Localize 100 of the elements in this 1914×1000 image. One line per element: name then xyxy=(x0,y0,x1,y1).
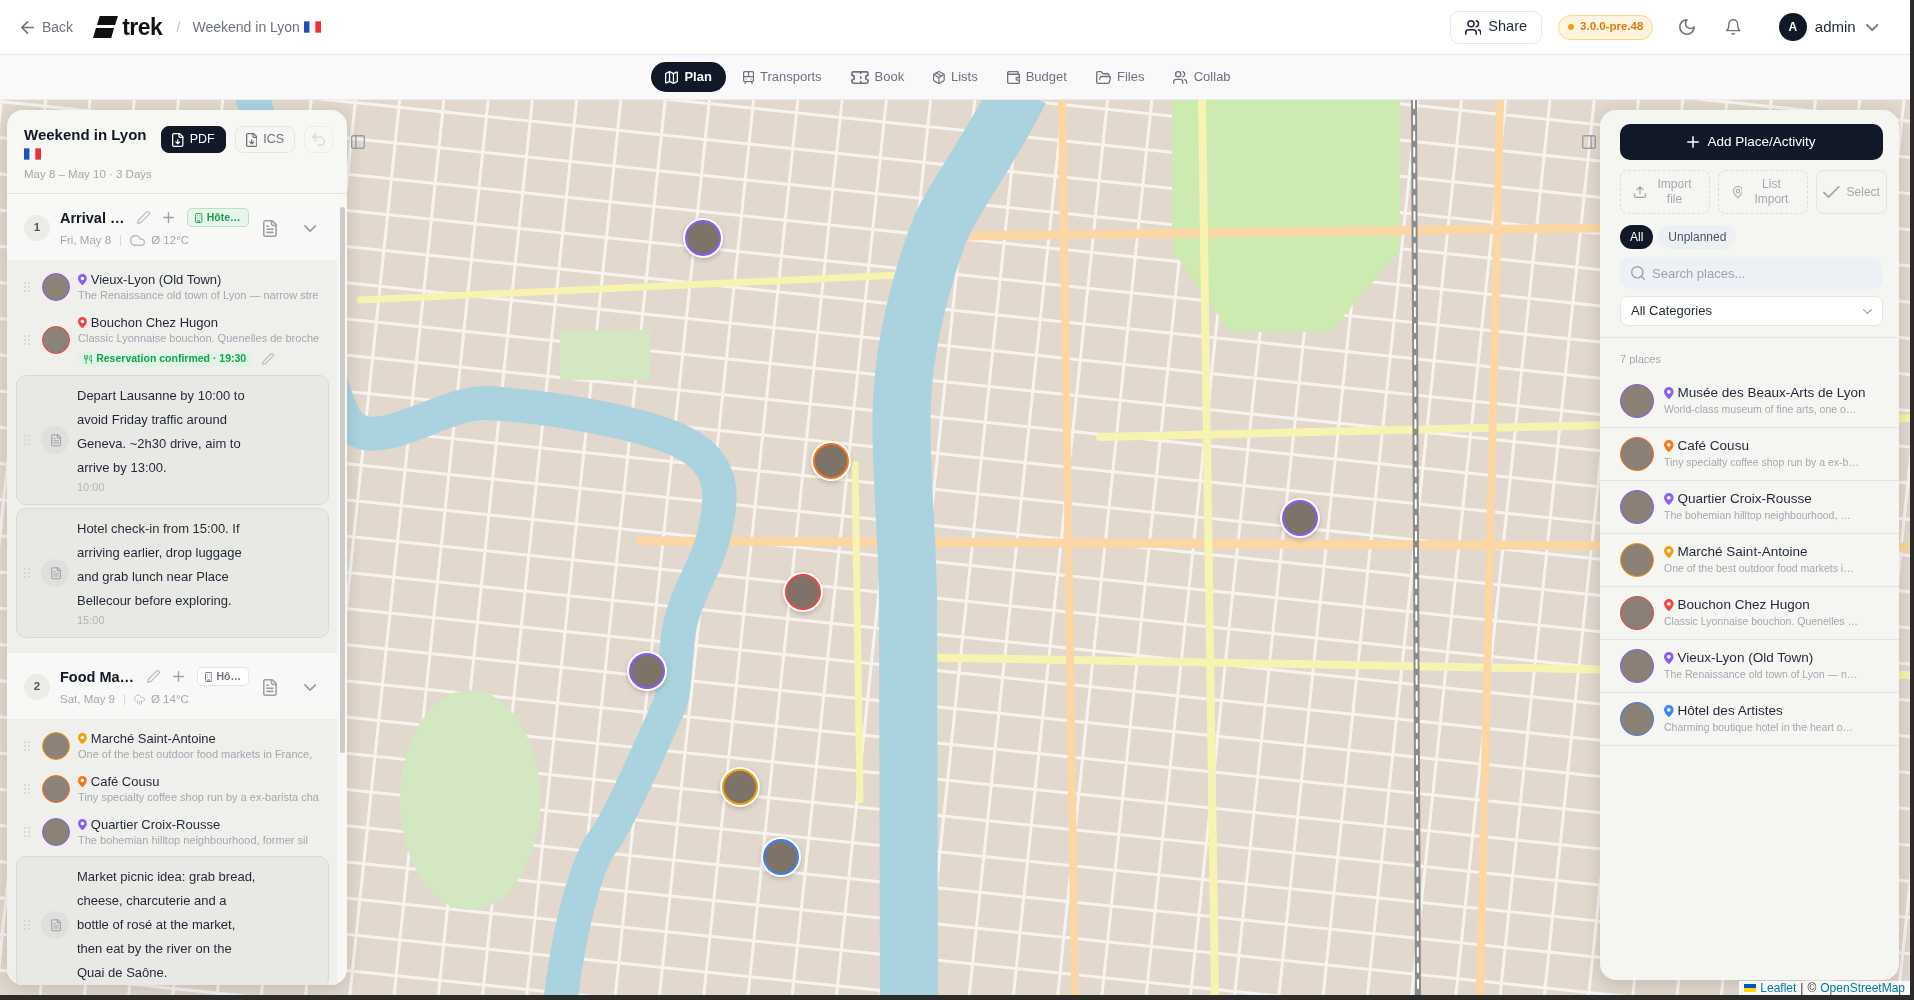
place-description: Classic Lyonnaise bouchon. Quenelles … xyxy=(1664,614,1858,629)
plus-icon[interactable] xyxy=(173,671,185,682)
place-description: One of the best outdoor food markets in France, xyxy=(78,746,313,762)
chevron-down-icon[interactable] xyxy=(303,224,316,232)
chevron-down-icon[interactable] xyxy=(303,683,316,691)
train-icon xyxy=(742,70,754,84)
copyright-sign: © xyxy=(1807,981,1817,995)
pencil-icon[interactable] xyxy=(137,211,151,224)
tab[interactable]: Budget xyxy=(994,62,1079,92)
notes-icon[interactable] xyxy=(262,678,277,696)
notes-icon[interactable] xyxy=(262,219,277,237)
map-marker[interactable] xyxy=(763,839,799,875)
version-label: 3.0.0-pre.48 xyxy=(1580,19,1644,35)
map-marker[interactable] xyxy=(785,574,821,610)
tab[interactable]: Collab xyxy=(1161,62,1243,92)
tab[interactable]: Lists xyxy=(921,62,990,92)
weather-temp: Ø 12°C xyxy=(151,233,190,248)
drag-handle-icon[interactable] xyxy=(24,783,30,794)
drag-handle-icon[interactable] xyxy=(24,335,30,345)
place-name[interactable]: Vieux-Lyon (Old Town) xyxy=(90,270,222,288)
map-marker[interactable] xyxy=(685,220,721,256)
tab[interactable]: Book xyxy=(838,62,917,92)
drag-handle-icon[interactable] xyxy=(24,281,30,292)
box-icon xyxy=(933,70,945,84)
drag-handle-icon[interactable] xyxy=(24,826,30,837)
ticket-icon xyxy=(850,70,869,84)
place-name[interactable]: Bouchon Chez Hugon xyxy=(90,313,218,331)
flag-icon xyxy=(303,21,321,33)
folder-icon xyxy=(1095,70,1111,84)
note-text: Depart Lausanne by 10:00 to avoid Friday traffic around Geneva. ~2h30 drive, aim to arrive by 13:00. xyxy=(77,387,246,477)
pencil-icon[interactable] xyxy=(147,670,161,683)
users-icon xyxy=(1464,19,1482,35)
day-number: 1 xyxy=(24,215,50,241)
tab[interactable]: Plan xyxy=(651,62,726,92)
category-select[interactable]: All Categories xyxy=(1620,296,1883,326)
filter-chip[interactable]: All xyxy=(1620,225,1654,249)
export-button[interactable]: PDF xyxy=(161,126,226,153)
user-avatar[interactable]: A xyxy=(1778,13,1807,41)
photo-placeholder xyxy=(42,817,70,846)
day-title: Food Ma… xyxy=(60,667,135,686)
note-icon xyxy=(41,558,69,587)
map-marker[interactable] xyxy=(629,653,665,689)
search-field[interactable]: Search places... xyxy=(1620,257,1883,289)
place-description: Classic Lyonnaise bouchon. Quenelles de broche xyxy=(78,330,320,346)
place-description: Tiny specialty coffee shop run by a ex-barista cha xyxy=(78,789,319,805)
note-icon xyxy=(41,425,69,454)
tab[interactable]: Transports xyxy=(730,62,834,92)
trip-title: Weekend in Lyon xyxy=(192,17,300,37)
chevron-down-icon xyxy=(1863,308,1872,314)
map-marker[interactable] xyxy=(813,443,849,479)
place-description: The bohemian hilltop neighbourhood, … xyxy=(1664,508,1851,523)
accommodation-button[interactable]: Hô… xyxy=(197,667,249,686)
place-name[interactable]: Marché Saint-Antoine xyxy=(90,729,216,747)
place-name[interactable]: Café Cousu xyxy=(1677,437,1749,455)
pencil-icon[interactable] xyxy=(262,353,275,365)
export-button[interactable]: ICS xyxy=(234,126,295,153)
tab[interactable]: Files xyxy=(1083,62,1157,92)
sidebar-toggle-icon[interactable] xyxy=(351,135,365,149)
attribution-link[interactable]: OpenStreetMap xyxy=(1820,981,1905,995)
place-name[interactable]: Quartier Croix-Rousse xyxy=(1677,490,1812,508)
map-icon xyxy=(665,70,679,84)
place-name[interactable]: Hôtel des Artistes xyxy=(1677,702,1783,720)
photo-placeholder xyxy=(1620,595,1654,630)
place-description: World-class museum of fine arts, one o… xyxy=(1664,402,1858,417)
plus-icon[interactable] xyxy=(163,212,175,223)
share-button[interactable]: Share xyxy=(1449,10,1543,44)
plus-icon xyxy=(1687,136,1700,148)
place-name[interactable]: Musée des Beaux-Arts de Lyon xyxy=(1677,384,1866,402)
photo-placeholder xyxy=(42,272,70,301)
map-marker[interactable] xyxy=(722,769,758,805)
wallet-icon xyxy=(1006,70,1020,84)
home-link[interactable]: trek xyxy=(93,15,163,39)
place-name[interactable]: Bouchon Chez Hugon xyxy=(1677,596,1810,614)
photo-placeholder xyxy=(1620,436,1654,471)
utensils-icon xyxy=(84,354,93,364)
moon-icon[interactable] xyxy=(1679,19,1696,35)
map-marker[interactable] xyxy=(1282,500,1318,536)
place-name[interactable]: Quartier Croix-Rousse xyxy=(90,815,221,833)
back-link[interactable]: Back xyxy=(21,16,74,38)
place-count: 7 places xyxy=(1619,351,1662,367)
flag-icon xyxy=(1744,984,1757,992)
add-place-button[interactable]: Add Place/Activity xyxy=(1620,124,1883,160)
photo-placeholder xyxy=(42,774,70,803)
note-card[interactable]: Market picnic idea: grab bread, cheese, charcuterie and a bottle of rosé at the market, then eat by the river on the Quai de Saône. xyxy=(16,856,329,985)
reservation-text: Reservation confirmed · 19:30 xyxy=(96,351,247,367)
scrollbar-thumb[interactable] xyxy=(340,207,345,753)
place-name[interactable]: Vieux-Lyon (Old Town) xyxy=(1677,649,1814,667)
user-name[interactable]: admin xyxy=(1814,15,1856,39)
day-number: 2 xyxy=(24,674,50,700)
sidebar-toggle-icon[interactable] xyxy=(1582,135,1596,149)
map-pin-icon xyxy=(1732,186,1743,198)
drag-handle-icon[interactable] xyxy=(24,740,30,751)
notifications-icon[interactable] xyxy=(1726,19,1741,35)
attribution-link[interactable]: Leaflet xyxy=(1760,981,1797,995)
place-name[interactable]: Marché Saint-Antoine xyxy=(1677,543,1808,561)
chevron-down-icon[interactable] xyxy=(1865,23,1878,31)
photo-placeholder xyxy=(1620,489,1654,524)
filter-chip[interactable]: Unplanned xyxy=(1658,225,1737,249)
photo-placeholder xyxy=(1620,701,1654,736)
place-name[interactable]: Café Cousu xyxy=(90,772,160,790)
